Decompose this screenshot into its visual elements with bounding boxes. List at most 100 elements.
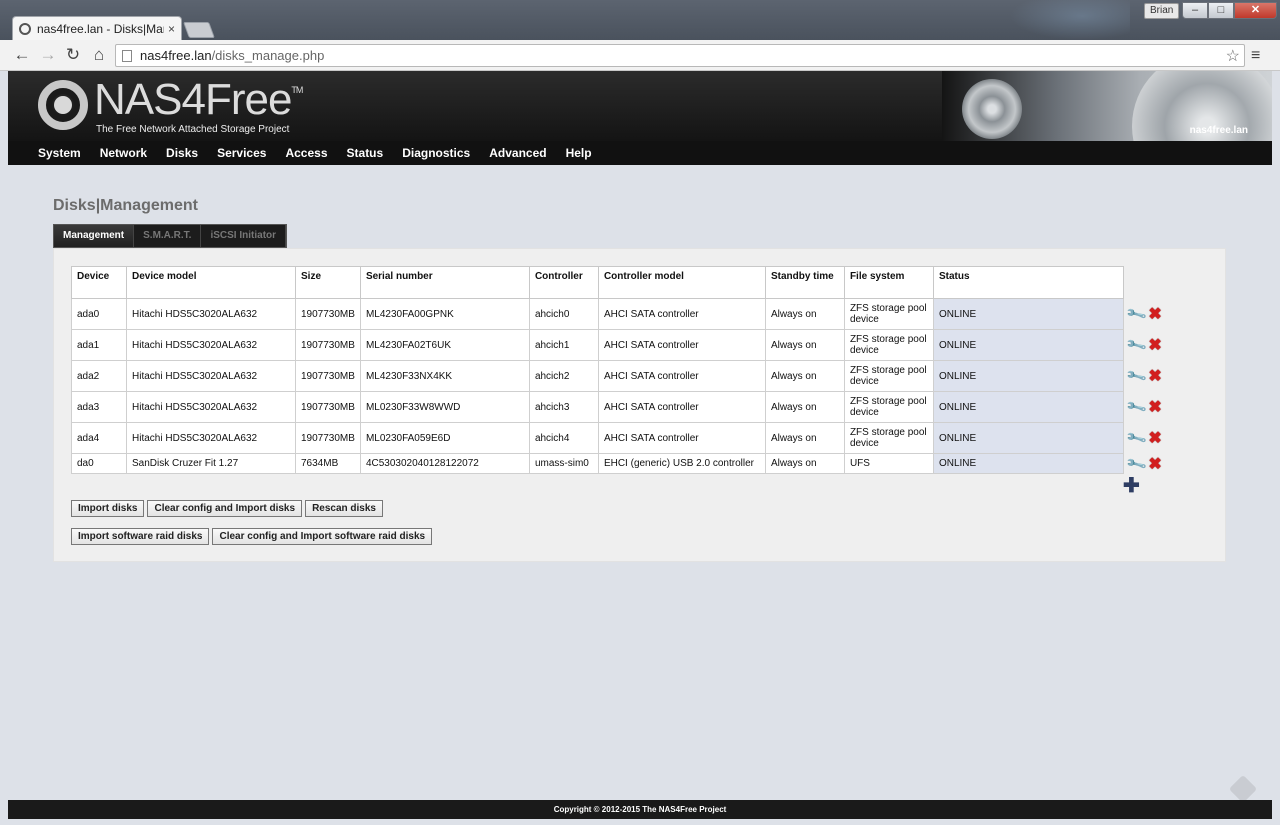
logo-tagline: The Free Network Attached Storage Projec…	[96, 124, 290, 135]
cell-serial: ML4230F33NX4KK	[359, 360, 530, 392]
edit-wrench-icon[interactable]: 🔧	[1125, 427, 1149, 450]
cell-device: ada1	[71, 329, 127, 361]
cell-file-system: ZFS storage pool device	[843, 329, 934, 361]
cell-device: da0	[71, 453, 127, 474]
col-file-system: File system	[843, 266, 934, 299]
cell-controller: umass-sim0	[528, 453, 599, 474]
scroll-to-top-icon[interactable]	[1228, 774, 1258, 804]
table-row: da0 SanDisk Cruzer Fit 1.27 7634MB 4C530…	[71, 452, 1164, 475]
edit-wrench-icon[interactable]: 🔧	[1125, 396, 1149, 419]
cell-device-model: Hitachi HDS5C3020ALA632	[126, 329, 296, 361]
nas4free-favicon-icon	[19, 22, 31, 35]
cell-status: ONLINE	[932, 391, 1124, 423]
table-row: ada2 Hitachi HDS5C3020ALA632 1907730MB M…	[71, 360, 1164, 392]
tab-close-icon[interactable]: ×	[168, 22, 175, 36]
nav-access[interactable]: Access	[285, 146, 327, 160]
home-icon[interactable]: ⌂	[89, 45, 109, 65]
cell-size: 1907730MB	[295, 360, 361, 392]
cell-device-model: Hitachi HDS5C3020ALA632	[126, 422, 296, 454]
cell-standby: Always on	[764, 329, 845, 361]
delete-x-icon[interactable]: ✖	[1148, 428, 1161, 448]
nav-status[interactable]: Status	[347, 146, 384, 160]
close-window-button[interactable]: ✕	[1234, 2, 1277, 19]
cell-controller-model: AHCI SATA controller	[597, 391, 766, 423]
delete-x-icon[interactable]: ✖	[1148, 335, 1161, 355]
new-tab-button[interactable]	[183, 22, 215, 38]
cell-controller: ahcich3	[528, 391, 599, 423]
nav-system[interactable]: System	[38, 146, 81, 160]
cell-device-model: Hitachi HDS5C3020ALA632	[126, 298, 296, 330]
cell-controller-model: EHCI (generic) USB 2.0 controller	[597, 453, 766, 474]
nav-advanced[interactable]: Advanced	[489, 146, 546, 160]
cell-controller-model: AHCI SATA controller	[597, 329, 766, 361]
nas4free-logo-icon	[38, 80, 88, 130]
edit-wrench-icon[interactable]: 🔧	[1125, 365, 1149, 388]
nav-disks[interactable]: Disks	[166, 146, 198, 160]
nav-help[interactable]: Help	[566, 146, 592, 160]
col-controller-model: Controller model	[597, 266, 766, 299]
cell-standby: Always on	[764, 360, 845, 392]
address-bar[interactable]: nas4free.lan/disks_manage.php ☆	[115, 44, 1245, 67]
logo-trademark: TM	[291, 85, 303, 95]
nav-services[interactable]: Services	[217, 146, 266, 160]
delete-x-icon[interactable]: ✖	[1148, 454, 1161, 474]
tab-management[interactable]: Management	[54, 225, 135, 247]
hdd-motor	[962, 79, 1022, 139]
col-size: Size	[295, 266, 361, 299]
cell-standby: Always on	[764, 298, 845, 330]
edit-wrench-icon[interactable]: 🔧	[1125, 334, 1149, 357]
col-controller: Controller	[528, 266, 599, 299]
cell-size: 7634MB	[295, 453, 361, 474]
clear-config-import-disks-button[interactable]: Clear config and Import disks	[147, 500, 303, 517]
col-standby-time: Standby time	[764, 266, 845, 299]
nav-diagnostics[interactable]: Diagnostics	[402, 146, 470, 160]
clear-config-import-raid-button[interactable]: Clear config and Import software raid di…	[212, 528, 433, 545]
logo-name: NAS4Free	[94, 75, 292, 124]
page-icon	[122, 49, 132, 62]
rescan-disks-button[interactable]: Rescan disks	[305, 500, 383, 517]
cell-device: ada0	[71, 298, 127, 330]
forward-arrow-icon[interactable]: →	[38, 45, 58, 65]
import-software-raid-button[interactable]: Import software raid disks	[71, 528, 210, 545]
delete-x-icon[interactable]: ✖	[1148, 304, 1161, 324]
back-arrow-icon[interactable]: ←	[12, 45, 32, 65]
import-disks-button[interactable]: Import disks	[71, 500, 145, 517]
nav-network[interactable]: Network	[100, 146, 147, 160]
url-path: /disks_manage.php	[211, 48, 325, 63]
col-serial-number: Serial number	[359, 266, 530, 299]
cell-controller: ahcich4	[528, 422, 599, 454]
cell-serial: ML4230FA00GPNK	[359, 298, 530, 330]
url-host: nas4free.lan	[140, 48, 212, 63]
add-disk-plus-icon[interactable]: ✚	[1123, 473, 1140, 498]
main-navigation: System Network Disks Services Access Sta…	[8, 141, 1272, 165]
delete-x-icon[interactable]: ✖	[1148, 397, 1161, 417]
cell-controller-model: AHCI SATA controller	[597, 298, 766, 330]
content-panel: Device Device model Size Serial number C…	[53, 248, 1226, 562]
profile-user-badge[interactable]: Brian	[1144, 3, 1180, 19]
cell-device: ada2	[71, 360, 127, 392]
col-status: Status	[932, 266, 1124, 299]
browser-menu-icon[interactable]: ≡	[1251, 47, 1260, 65]
browser-tab[interactable]: nas4free.lan - Disks|Mana ×	[12, 16, 182, 40]
reload-icon[interactable]: ↻	[63, 45, 83, 65]
row-actions: 🔧✖	[1123, 361, 1163, 392]
edit-wrench-icon[interactable]: 🔧	[1125, 303, 1149, 326]
delete-x-icon[interactable]: ✖	[1148, 366, 1161, 386]
tab-smart[interactable]: S.M.A.R.T.	[134, 225, 202, 247]
maximize-button[interactable]: □	[1208, 2, 1234, 19]
row-actions: 🔧✖	[1123, 299, 1163, 330]
page-title: Disks|Management	[53, 197, 198, 214]
cell-serial: ML4230FA02T6UK	[359, 329, 530, 361]
cell-serial: 4C530302040128122072	[359, 453, 530, 474]
page-footer: Copyright © 2012-2015 The NAS4Free Proje…	[8, 800, 1272, 819]
cell-controller: ahcich2	[528, 360, 599, 392]
address-url[interactable]: nas4free.lan/disks_manage.php	[140, 48, 324, 63]
cell-device-model: Hitachi HDS5C3020ALA632	[126, 360, 296, 392]
tab-iscsi-initiator[interactable]: iSCSI Initiator	[201, 225, 287, 247]
cell-device: ada3	[71, 391, 127, 423]
table-row: ada0 Hitachi HDS5C3020ALA632 1907730MB M…	[71, 298, 1164, 330]
bookmark-star-icon[interactable]: ☆	[1226, 46, 1240, 66]
cell-status: ONLINE	[932, 453, 1124, 474]
minimize-button[interactable]: –	[1182, 2, 1208, 19]
button-row-2: Import software raid disks Clear config …	[71, 528, 433, 545]
